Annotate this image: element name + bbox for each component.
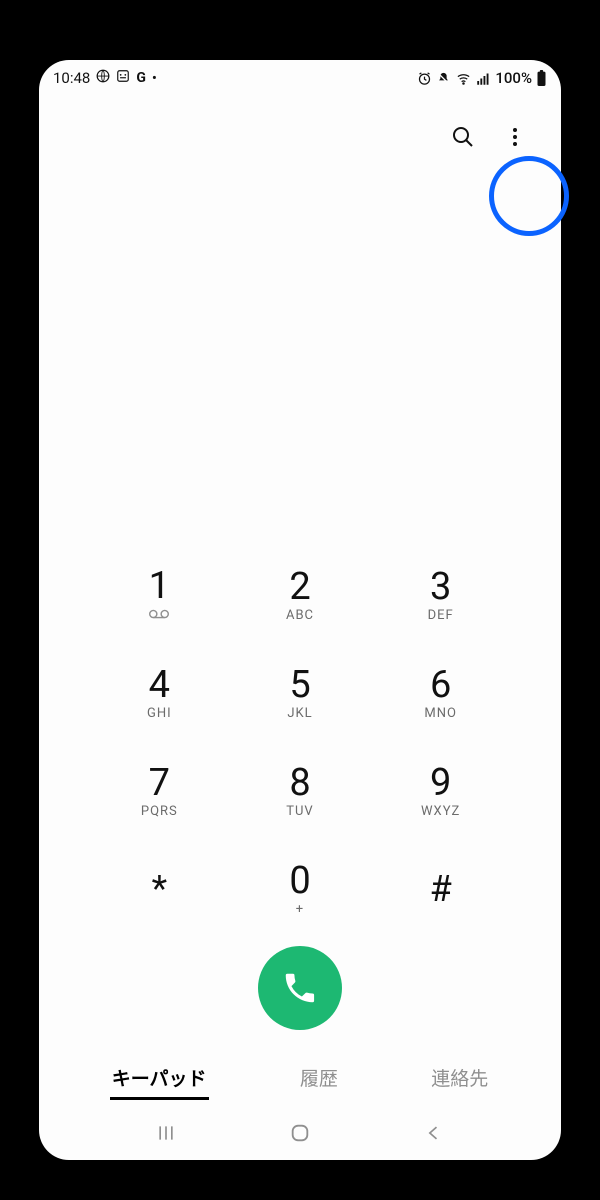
key-2[interactable]: 2ABC (230, 546, 371, 644)
bottom-tabs: キーパッド 履歴 連絡先 (39, 1050, 561, 1112)
status-right: 100% (417, 69, 547, 87)
tab-contacts[interactable]: 連絡先 (429, 1060, 490, 1100)
mute-icon (436, 71, 451, 86)
tab-history[interactable]: 履歴 (298, 1060, 340, 1100)
battery-percent: 100% (495, 69, 532, 87)
key-5[interactable]: 5JKL (230, 644, 371, 742)
search-icon[interactable] (451, 125, 475, 153)
voicemail-icon (149, 605, 169, 623)
phone-screen: 10:48 G • 100% 1 2ABC 3DEF 4GHI 5JKL 6MN… (39, 60, 561, 1160)
top-action-bar (39, 90, 561, 162)
globe-icon (96, 69, 110, 87)
dial-keypad: 1 2ABC 3DEF 4GHI 5JKL 6MNO 7PQRS 8TUV 9W… (39, 546, 561, 938)
status-bar: 10:48 G • 100% (39, 60, 561, 90)
alarm-icon (417, 71, 432, 86)
key-7[interactable]: 7PQRS (89, 742, 230, 840)
wifi-icon (455, 71, 472, 86)
overflow-menu-icon[interactable] (503, 125, 527, 153)
key-8[interactable]: 8TUV (230, 742, 371, 840)
back-button[interactable] (419, 1118, 449, 1148)
battery-icon (536, 70, 547, 86)
key-3[interactable]: 3DEF (370, 546, 511, 644)
key-hash[interactable]: # (370, 840, 511, 938)
key-4[interactable]: 4GHI (89, 644, 230, 742)
key-1[interactable]: 1 (89, 546, 230, 644)
android-nav-bar (39, 1112, 561, 1160)
key-9[interactable]: 9WXYZ (370, 742, 511, 840)
status-time: 10:48 (53, 69, 90, 87)
key-star[interactable]: * (89, 840, 230, 938)
key-0[interactable]: 0+ (230, 840, 371, 938)
key-6[interactable]: 6MNO (370, 644, 511, 742)
status-left: 10:48 G • (53, 69, 157, 87)
number-display (39, 162, 561, 546)
tab-keypad[interactable]: キーパッド (110, 1060, 209, 1100)
call-button[interactable] (258, 946, 342, 1030)
g-icon: G (136, 70, 146, 86)
call-row (39, 938, 561, 1050)
home-button[interactable] (285, 1118, 315, 1148)
recent-apps-button[interactable] (151, 1118, 181, 1148)
signal-icon (476, 71, 491, 86)
dot-icon: • (152, 69, 157, 87)
phone-icon (281, 969, 319, 1007)
grid-icon (116, 69, 130, 87)
